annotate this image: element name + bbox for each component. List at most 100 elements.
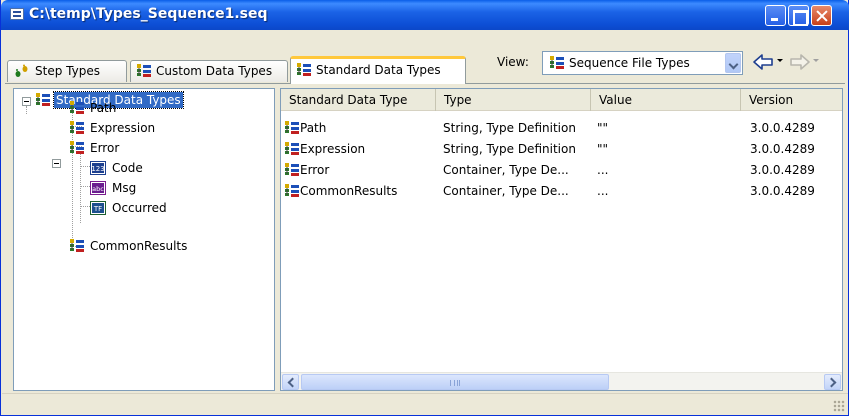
back-dropdown-icon[interactable] bbox=[777, 59, 783, 62]
type-tree-icon bbox=[296, 62, 312, 80]
view-label: View: bbox=[497, 55, 529, 69]
tab-custom-data-types[interactable]: Custom Data Types bbox=[130, 60, 288, 82]
cell-type: String, Type Definition bbox=[443, 142, 576, 156]
tab-step-types[interactable]: Step Types bbox=[7, 60, 127, 82]
cell-version: 3.0.0.4289 bbox=[750, 142, 815, 156]
tree-item-msg[interactable]: abc Msg bbox=[90, 181, 138, 199]
tree-item-label: Msg bbox=[112, 181, 137, 195]
type-tree-icon bbox=[136, 63, 152, 81]
cell-type: Container, Type De... bbox=[443, 163, 569, 177]
tree-connector bbox=[80, 166, 90, 167]
tree-connector bbox=[80, 206, 90, 207]
scroll-right-button[interactable] bbox=[824, 374, 841, 390]
cell-value: "" bbox=[597, 142, 609, 156]
type-tree-icon bbox=[69, 238, 85, 256]
tree-item-label: Code bbox=[112, 161, 143, 175]
svg-text:abc: abc bbox=[92, 185, 104, 193]
string-type-icon: abc bbox=[90, 181, 106, 198]
status-bar bbox=[2, 393, 848, 414]
content-panels: Standard Data Types Path Expression Erro… bbox=[13, 88, 843, 391]
title-bar[interactable]: C:\temp\Types_Sequence1.seq bbox=[1, 0, 849, 30]
type-tree-icon bbox=[69, 140, 85, 158]
cell-name: Expression bbox=[284, 141, 366, 159]
svg-text:TF: TF bbox=[93, 205, 102, 213]
table-row[interactable]: CommonResults Container, Type De... ... … bbox=[281, 182, 842, 201]
tree-connector bbox=[80, 151, 81, 223]
cell-value: ... bbox=[597, 184, 609, 198]
cell-value: ... bbox=[597, 163, 609, 177]
cell-name-text: Error bbox=[300, 163, 330, 177]
tree-item-error[interactable]: Error bbox=[69, 140, 121, 159]
forward-dropdown-icon[interactable] bbox=[813, 59, 819, 62]
window-title: C:\temp\Types_Sequence1.seq bbox=[29, 6, 268, 22]
column-header-standard-data-type[interactable]: Standard Data Type bbox=[281, 89, 436, 111]
numeric-type-icon: 123 bbox=[90, 161, 106, 178]
column-header-type[interactable]: Type bbox=[436, 89, 591, 111]
tree-connector bbox=[26, 106, 27, 114]
forward-arrow-icon[interactable] bbox=[789, 52, 811, 72]
column-header-value[interactable]: Value bbox=[591, 89, 741, 111]
scroll-left-button[interactable] bbox=[282, 374, 299, 390]
type-tree-icon bbox=[69, 100, 85, 118]
boolean-type-icon: TF bbox=[90, 201, 106, 218]
tab-label: Standard Data Types bbox=[316, 63, 441, 77]
tree-item-path[interactable]: Path bbox=[69, 100, 118, 119]
table-row[interactable]: Error Container, Type De... ... 3.0.0.42… bbox=[281, 161, 842, 180]
cell-name: Path bbox=[284, 120, 327, 138]
step-types-icon bbox=[14, 64, 30, 81]
cell-name-text: Expression bbox=[300, 142, 366, 156]
view-select-value: Sequence File Types bbox=[569, 56, 690, 70]
types-list[interactable]: Standard Data Type Type Value Version Pa… bbox=[280, 88, 843, 391]
collapse-toggle[interactable] bbox=[22, 97, 31, 106]
tab-label: Custom Data Types bbox=[156, 64, 273, 78]
column-header-version[interactable]: Version bbox=[741, 89, 842, 111]
window: C:\temp\Types_Sequence1.seq Step Types C… bbox=[0, 0, 849, 416]
table-row[interactable]: Expression String, Type Definition "" 3.… bbox=[281, 140, 842, 159]
cell-version: 3.0.0.4289 bbox=[750, 163, 815, 177]
cell-type: Container, Type De... bbox=[443, 184, 569, 198]
tree-connector bbox=[80, 186, 90, 187]
table-row[interactable]: Path String, Type Definition "" 3.0.0.42… bbox=[281, 119, 842, 138]
tree-item-label: Error bbox=[90, 141, 120, 155]
tree-item-label: CommonResults bbox=[90, 239, 188, 253]
collapse-toggle[interactable] bbox=[52, 159, 61, 168]
list-header: Standard Data Type Type Value Version bbox=[281, 89, 842, 111]
type-tree-icon bbox=[284, 183, 300, 201]
type-tree-icon bbox=[284, 162, 300, 180]
cell-name: Error bbox=[284, 162, 330, 180]
resize-grip-icon[interactable] bbox=[833, 400, 845, 412]
cell-name-text: Path bbox=[300, 121, 327, 135]
cell-version: 3.0.0.4289 bbox=[750, 121, 815, 135]
back-arrow-icon[interactable] bbox=[752, 52, 774, 72]
cell-value: "" bbox=[597, 121, 609, 135]
window-icon[interactable] bbox=[10, 8, 24, 20]
cell-type: String, Type Definition bbox=[443, 121, 576, 135]
horizontal-scrollbar[interactable] bbox=[281, 372, 842, 390]
view-select[interactable]: Sequence File Types bbox=[542, 51, 743, 75]
tab-strip: Step Types Custom Data Types Standard Da… bbox=[5, 35, 845, 87]
close-button[interactable] bbox=[811, 5, 832, 26]
tree-item-code[interactable]: 123 Code bbox=[90, 161, 145, 179]
scroll-thumb[interactable] bbox=[301, 374, 609, 390]
tree-item-commonresults[interactable]: CommonResults bbox=[69, 238, 189, 257]
cell-name-text: CommonResults bbox=[300, 184, 398, 198]
tree-item-occurred[interactable]: TF Occurred bbox=[90, 201, 169, 219]
type-tree-icon bbox=[35, 92, 51, 110]
tab-label: Step Types bbox=[35, 64, 100, 78]
type-tree-icon bbox=[284, 141, 300, 159]
cell-name: CommonResults bbox=[284, 183, 398, 201]
minimize-button[interactable] bbox=[765, 5, 786, 26]
tree-item-expression[interactable]: Expression bbox=[69, 120, 157, 139]
svg-text:123: 123 bbox=[91, 165, 104, 173]
type-tree-icon bbox=[69, 120, 85, 138]
types-tree[interactable]: Standard Data Types Path Expression Erro… bbox=[13, 88, 275, 391]
tree-item-label: Occurred bbox=[112, 201, 167, 215]
tree-item-label: Path bbox=[90, 101, 117, 115]
maximize-button[interactable] bbox=[788, 5, 809, 26]
tab-standard-data-types[interactable]: Standard Data Types bbox=[290, 56, 466, 84]
cell-version: 3.0.0.4289 bbox=[750, 184, 815, 198]
type-tree-icon bbox=[549, 55, 565, 73]
grip-icon bbox=[450, 380, 460, 386]
type-tree-icon bbox=[284, 120, 300, 138]
chevron-down-icon[interactable] bbox=[725, 53, 741, 73]
